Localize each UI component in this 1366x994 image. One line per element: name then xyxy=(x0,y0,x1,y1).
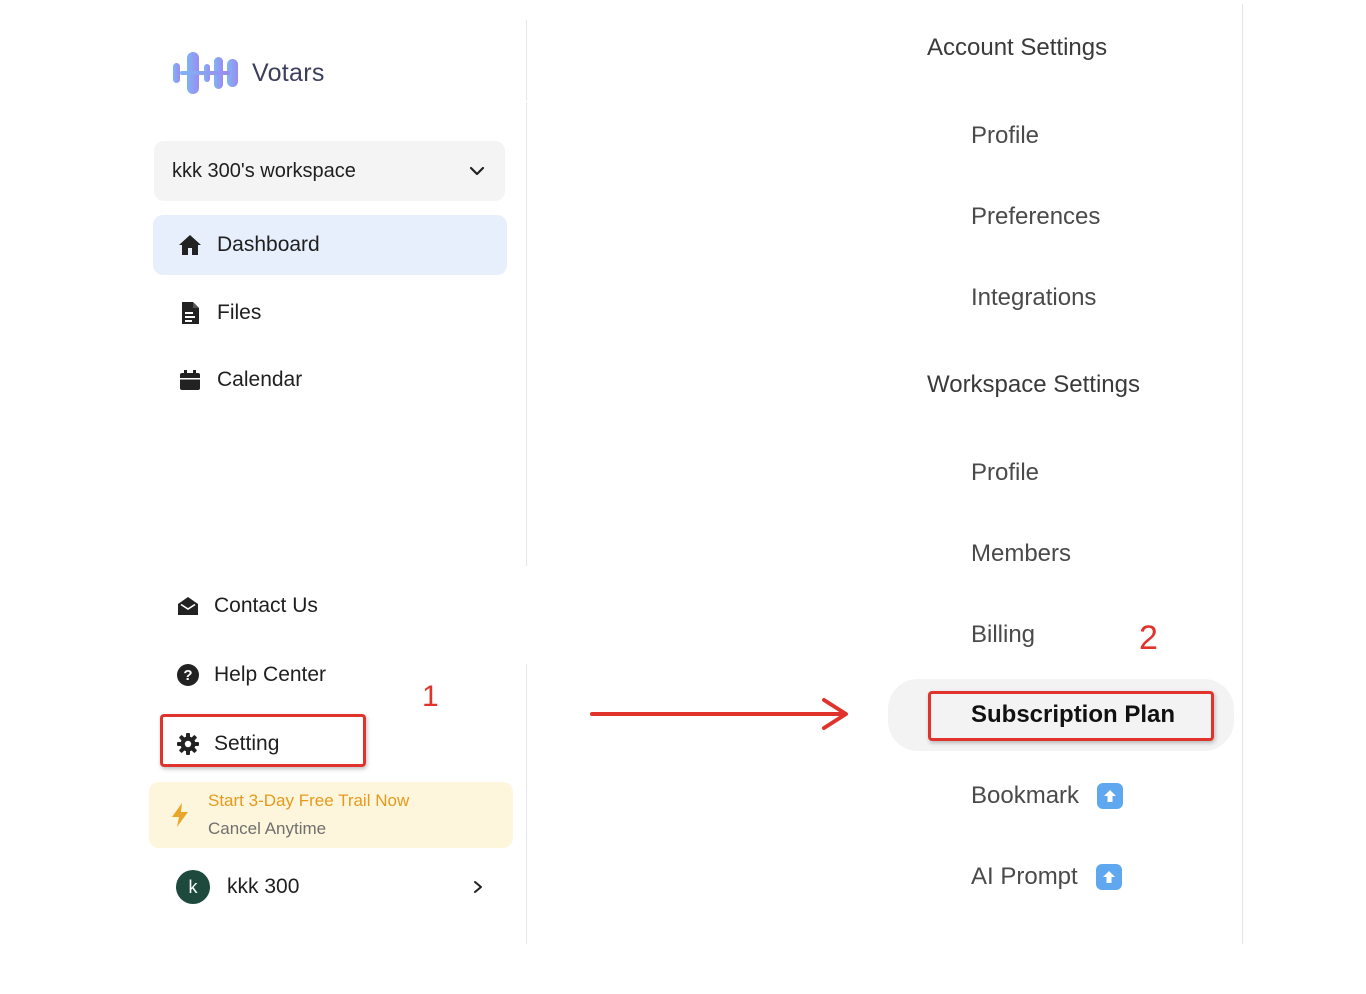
nav-label: Calendar xyxy=(217,368,303,391)
chevron-right-icon xyxy=(474,881,482,893)
menu-members[interactable]: Members xyxy=(971,540,1071,568)
trial-subtitle: Cancel Anytime xyxy=(208,819,327,838)
nav-label: Files xyxy=(217,301,262,324)
user-profile-row[interactable]: k kkk 300 xyxy=(176,868,486,906)
file-icon xyxy=(177,300,203,326)
avatar: k xyxy=(176,870,210,904)
brand-logo[interactable]: Votars xyxy=(170,48,325,98)
mail-open-icon xyxy=(175,593,201,619)
highlight-box-setting xyxy=(160,714,366,767)
menu-label: Bookmark xyxy=(971,782,1080,809)
account-settings-title: Account Settings xyxy=(927,34,1108,61)
workspace-selector[interactable]: kkk 300's workspace xyxy=(154,141,505,201)
upgrade-arrow-icon xyxy=(1095,864,1122,890)
highlight-box-subscription-plan xyxy=(928,691,1214,741)
menu-label: AI Prompt xyxy=(971,863,1078,890)
upgrade-arrow-icon xyxy=(1097,783,1124,809)
brand-name: Votars xyxy=(252,58,325,87)
arrow-right-icon xyxy=(590,698,848,730)
nav-files[interactable]: Files xyxy=(153,283,507,343)
divider xyxy=(526,20,527,100)
divider xyxy=(526,664,527,944)
nav-dashboard[interactable]: Dashboard xyxy=(153,215,507,275)
nav-label: Contact Us xyxy=(214,594,318,617)
calendar-icon xyxy=(177,367,203,393)
menu-ai-prompt[interactable]: AI Prompt xyxy=(971,863,1122,891)
nav-label: Help Center xyxy=(214,663,327,686)
chevron-down-icon xyxy=(469,166,485,176)
workspace-label: kkk 300's workspace xyxy=(172,159,356,182)
menu-preferences[interactable]: Preferences xyxy=(971,203,1100,231)
annotation-step-2: 2 xyxy=(1139,619,1158,657)
menu-account-profile[interactable]: Profile xyxy=(971,122,1039,150)
menu-integrations[interactable]: Integrations xyxy=(971,284,1096,312)
workspace-settings-title: Workspace Settings xyxy=(927,371,1140,398)
home-icon xyxy=(177,232,203,258)
divider xyxy=(526,103,527,566)
divider xyxy=(1242,4,1243,944)
nav-label: Dashboard xyxy=(217,233,320,256)
annotation-step-1: 1 xyxy=(422,680,439,713)
trial-title: Start 3-Day Free Trail Now xyxy=(208,791,410,810)
waveform-logo-icon xyxy=(173,52,238,94)
menu-billing[interactable]: Billing xyxy=(971,621,1035,649)
nav-calendar[interactable]: Calendar xyxy=(153,350,507,410)
menu-workspace-profile[interactable]: Profile xyxy=(971,459,1039,487)
nav-help-center[interactable]: ? Help Center xyxy=(175,659,326,691)
trial-banner[interactable]: Start 3-Day Free Trail Now Cancel Anytim… xyxy=(149,782,513,848)
svg-text:?: ? xyxy=(183,667,192,684)
menu-bookmark[interactable]: Bookmark xyxy=(971,782,1124,810)
nav-contact-us[interactable]: Contact Us xyxy=(175,590,318,622)
lightning-icon xyxy=(170,802,190,833)
user-name: kkk 300 xyxy=(227,875,300,898)
question-circle-icon: ? xyxy=(175,662,201,688)
